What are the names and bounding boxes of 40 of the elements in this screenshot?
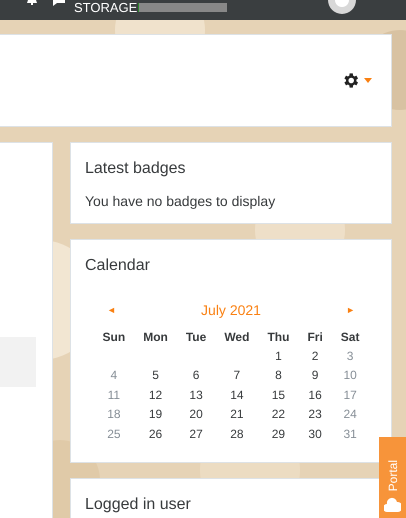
calendar-day[interactable]: 14 (230, 388, 244, 402)
weekday-header: Mon (143, 330, 168, 344)
caret-icon (364, 78, 372, 83)
weekday-header: Sat (340, 330, 360, 344)
card-title: Calendar (85, 256, 151, 276)
calendar-day[interactable]: 13 (189, 388, 203, 402)
calendar-day[interactable]: 19 (148, 407, 162, 422)
calendar-day[interactable]: 26 (148, 426, 162, 441)
calendar-day[interactable]: 5 (152, 368, 159, 382)
calendar-day[interactable]: 30 (308, 426, 322, 441)
calendar-day[interactable]: 28 (230, 426, 244, 441)
calendar-day[interactable]: 23 (308, 407, 322, 422)
weekday-header: Thu (267, 330, 290, 344)
calendar-day[interactable]: 21 (230, 407, 244, 422)
month-title: July 2021 (201, 301, 261, 319)
weekday-header: Wed (224, 330, 250, 344)
calendar-day[interactable]: 16 (308, 388, 322, 402)
card-title: Latest badges (85, 159, 187, 179)
calendar-day[interactable]: 12 (148, 388, 162, 402)
calendar-day[interactable]: 20 (189, 407, 203, 422)
empty-message: You have no badges to display (85, 192, 276, 210)
calendar-day[interactable]: 27 (189, 426, 203, 441)
avatar-icon[interactable] (327, 0, 357, 14)
calendar-day[interactable]: 9 (312, 368, 318, 382)
weekday-header: Tue (186, 330, 206, 344)
cloud-icon (384, 497, 401, 514)
storage-label: STORAGE (74, 0, 138, 17)
calendar-day[interactable]: 15 (272, 388, 286, 402)
calendar-day[interactable]: 29 (272, 426, 286, 441)
chat-icon[interactable] (52, 0, 66, 7)
calendar-day[interactable]: 1 (275, 348, 282, 363)
weekday-header: Fri (307, 330, 323, 344)
weekday-header: Sun (102, 330, 126, 344)
calendar-day[interactable]: 22 (272, 407, 286, 422)
card-title: Logged in user (85, 495, 192, 515)
calendar-day[interactable]: 2 (312, 348, 318, 363)
bell-icon[interactable] (25, 0, 39, 6)
calendar-day[interactable]: 8 (275, 368, 282, 382)
calendar-day[interactable]: 6 (192, 368, 200, 382)
calendar-day[interactable]: 7 (234, 368, 240, 382)
